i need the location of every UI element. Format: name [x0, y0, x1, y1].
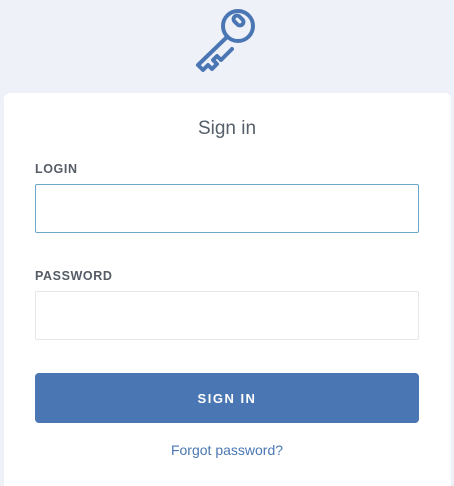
page-title: Sign in — [197, 118, 257, 139]
forgot-password-link[interactable]: Forgot password? — [0, 442, 454, 458]
sign-in-card — [4, 93, 451, 486]
login-label: LOGIN — [35, 162, 78, 176]
login-input[interactable] — [35, 184, 419, 233]
password-input[interactable] — [35, 291, 419, 340]
key-icon — [196, 9, 255, 72]
sign-in-page: Sign in LOGIN PASSWORD SIGN IN Forgot pa… — [0, 0, 454, 486]
password-label: PASSWORD — [35, 269, 113, 283]
sign-in-button[interactable]: SIGN IN — [35, 373, 419, 423]
